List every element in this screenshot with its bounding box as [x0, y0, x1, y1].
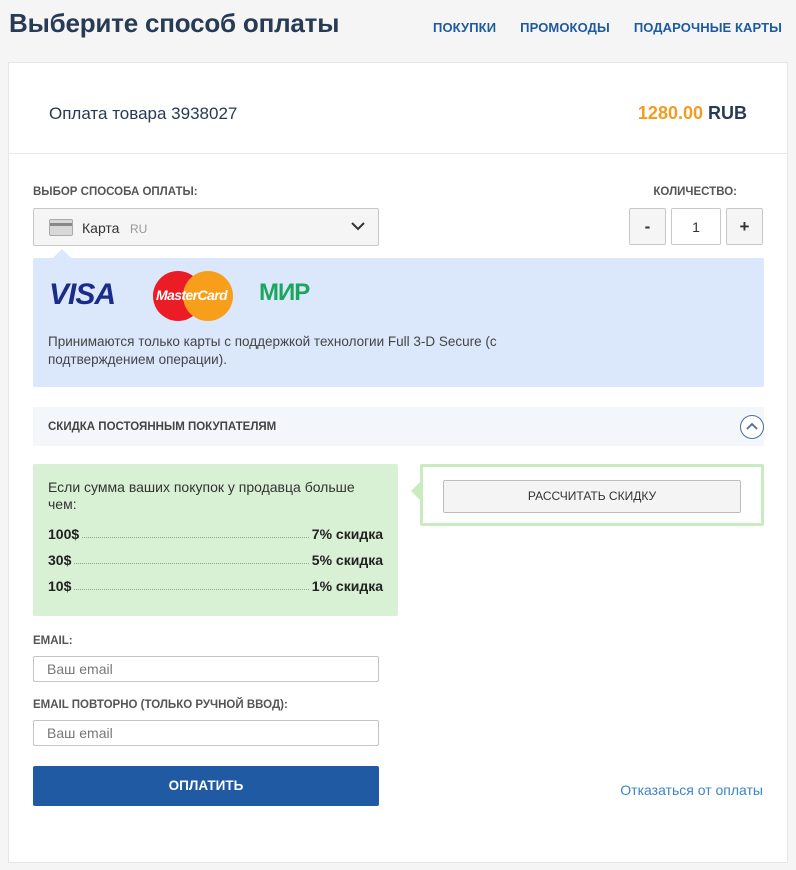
payment-card: Оплата товара 3938027 1280.00 RUB ВЫБОР С… [8, 62, 788, 863]
nav-promocodes-link[interactable]: ПРОМОКОДЫ [520, 20, 610, 35]
email-label: EMAIL: [33, 635, 73, 647]
order-price: 1280.00 RUB [638, 103, 747, 124]
chevron-up-icon[interactable] [740, 415, 764, 439]
discount-row: 30$ 5% скидка [48, 542, 383, 568]
pay-button[interactable]: ОПЛАТИТЬ [33, 766, 379, 806]
credit-card-icon [49, 219, 73, 236]
payment-method-selected: Карта [82, 220, 120, 236]
discount-threshold: 100$ [48, 526, 80, 542]
nav-purchases-link[interactable]: ПОКУПКИ [433, 20, 496, 35]
discount-section-toggle[interactable]: СКИДКА ПОСТОЯННЫМ ПОКУПАТЕЛЯМ [33, 407, 764, 446]
top-nav: ПОКУПКИ ПРОМОКОДЫ ПОДАРОЧНЫЕ КАРТЫ [433, 20, 782, 35]
discount-value: 7% скидка [311, 526, 383, 542]
email-input[interactable] [33, 656, 379, 682]
payment-method-select[interactable]: Карта RU [33, 208, 379, 246]
nav-gift-cards-link[interactable]: ПОДАРОЧНЫЕ КАРТЫ [634, 20, 782, 35]
discount-row: 10$ 1% скидка [48, 568, 383, 594]
quantity-increase-button[interactable]: + [726, 208, 763, 245]
discount-row: 100$ 7% скидка [48, 516, 383, 542]
payment-method-region: RU [130, 222, 148, 236]
calculate-discount-button[interactable]: РАССЧИТАТЬ СКИДКУ [443, 480, 741, 513]
discount-table: Если сумма ваших покупок у продавца боль… [33, 464, 398, 616]
discount-section-title: СКИДКА ПОСТОЯННЫМ ПОКУПАТЕЛЯМ [48, 421, 277, 433]
card-info-box: VISA MasterCard МИР Принимаются только к… [33, 249, 764, 387]
email-repeat-input[interactable] [33, 720, 379, 746]
quantity-decrease-button[interactable]: - [629, 208, 666, 245]
calc-discount-box: РАССЧИТАТЬ СКИДКУ [411, 464, 764, 526]
cancel-payment-link[interactable]: Отказаться от оплаты [620, 782, 763, 798]
discount-value: 5% скидка [311, 552, 383, 568]
payment-method-label: ВЫБОР СПОСОБА ОПЛАТЫ: [33, 186, 198, 198]
chevron-down-icon [351, 222, 365, 231]
quantity-input[interactable] [671, 208, 721, 245]
discount-intro: Если сумма ваших покупок у продавца боль… [48, 479, 355, 512]
quantity-label: КОЛИЧЕСТВО: [653, 186, 737, 198]
order-header: Оплата товара 3938027 1280.00 RUB [9, 63, 787, 154]
visa-logo: VISA [49, 278, 116, 311]
mastercard-logo-text: MasterCard [156, 287, 228, 303]
page-title: Выберите способ оплаты [9, 8, 340, 38]
order-title: Оплата товара 3938027 [49, 104, 238, 123]
price-amount: 1280.00 [637, 103, 703, 123]
mastercard-logo: MasterCard [153, 271, 235, 321]
discount-threshold: 10$ [48, 578, 72, 594]
discount-threshold: 30$ [48, 552, 72, 568]
discount-value: 1% скидка [311, 578, 383, 594]
card-info-text: Принимаются только карты с поддержкой те… [48, 334, 497, 367]
price-currency: RUB [708, 103, 747, 123]
email-repeat-label: EMAIL ПОВТОРНО (ТОЛЬКО РУЧНОЙ ВВОД): [33, 699, 288, 711]
mir-logo: МИР [259, 279, 310, 306]
